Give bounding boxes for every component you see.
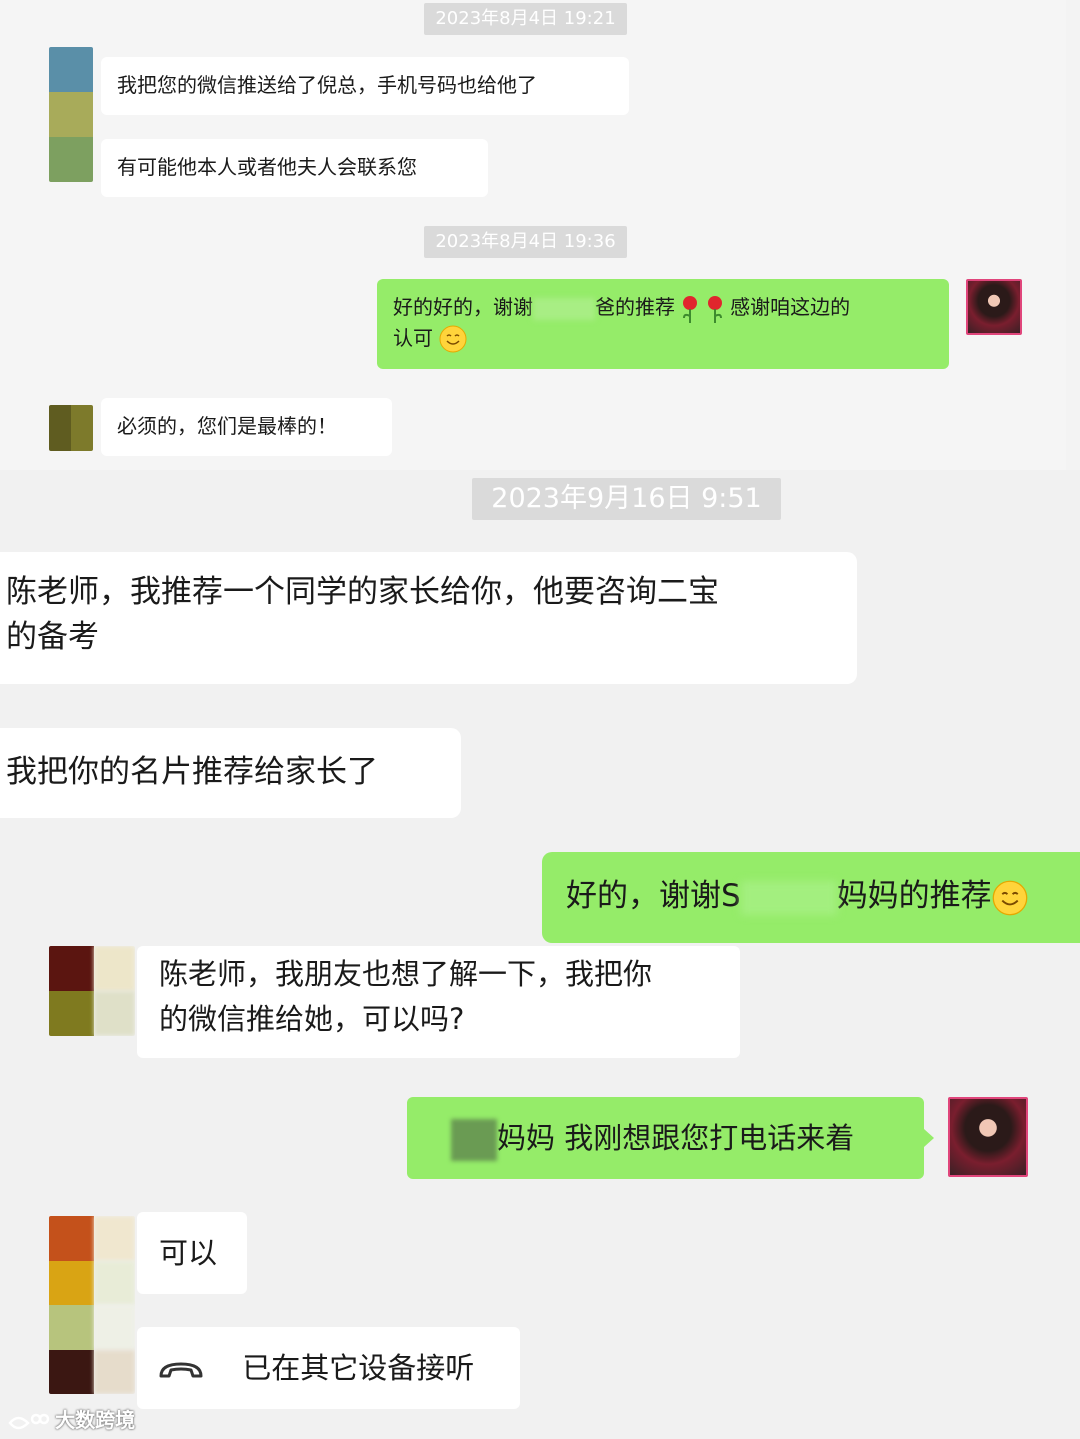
redacted-blur — [451, 1119, 497, 1161]
bubble-tail — [924, 1129, 934, 1147]
message-text: 好的，谢谢S — [566, 878, 741, 914]
message-text: 好的好的，谢谢 — [393, 295, 533, 319]
self-message-bubble[interactable]: 妈妈 我刚想跟您打电话来着 — [407, 1097, 924, 1179]
message-bubble[interactable]: 陈老师，我朋友也想了解一下，我把你 的微信推给她，可以吗? — [137, 946, 740, 1058]
eye-logo-icon — [8, 1413, 50, 1429]
self-avatar[interactable] — [966, 279, 1022, 335]
call-status-bubble[interactable]: 已在其它设备接听 — [137, 1327, 520, 1409]
rose-emoji-icon — [683, 295, 698, 323]
rose-emoji-icon — [707, 295, 722, 323]
message-text: 妈妈的推荐 — [836, 878, 992, 914]
contact-avatar[interactable] — [49, 1216, 135, 1394]
message-bubble[interactable]: 陈老师，我推荐一个同学的家长给你，他要咨询二宝 的备考 — [0, 552, 857, 684]
contact-avatar[interactable] — [49, 946, 135, 1036]
message-bubble[interactable]: 必须的，您们是最棒的！ — [101, 398, 392, 456]
timestamp: 2023年8月4日 19:21 — [424, 3, 627, 35]
message-bubble[interactable]: 可以 — [137, 1212, 247, 1294]
smile-emoji-icon — [992, 880, 1028, 915]
message-text: 妈妈 我刚想跟您打电话来着 — [497, 1121, 855, 1155]
watermark-text: 大数跨境 — [55, 1408, 136, 1432]
self-message-bubble[interactable]: 好的好的，谢谢 爸的推荐 感谢咱这边的 认可 — [377, 279, 949, 369]
message-text: 爸的推荐 — [595, 295, 675, 319]
smile-emoji-icon — [439, 325, 467, 353]
message-text: 已在其它设备接听 — [242, 1351, 475, 1385]
watermark: 大数跨境 — [8, 1404, 135, 1434]
contact-avatar[interactable] — [49, 47, 93, 182]
redacted-blur — [533, 297, 595, 320]
message-text: 感谢咱这边的 — [730, 295, 851, 319]
timestamp: 2023年9月16日 9:51 — [472, 478, 781, 520]
message-bubble[interactable]: 我把你的名片推荐给家长了 — [0, 728, 461, 818]
redacted-blur — [740, 880, 837, 915]
contact-avatar[interactable] — [49, 405, 93, 451]
self-avatar[interactable] — [948, 1097, 1028, 1177]
message-bubble[interactable]: 我把您的微信推送给了倪总，手机号码也给他了 — [101, 57, 629, 115]
timestamp: 2023年8月4日 19:36 — [424, 226, 627, 258]
phone-handset-icon — [159, 1362, 203, 1378]
self-message-bubble[interactable]: 好的，谢谢S 妈妈的推荐 — [542, 852, 1080, 943]
message-text: 认可 — [393, 325, 433, 350]
message-bubble[interactable]: 有可能他本人或者他夫人会联系您 — [101, 139, 488, 197]
